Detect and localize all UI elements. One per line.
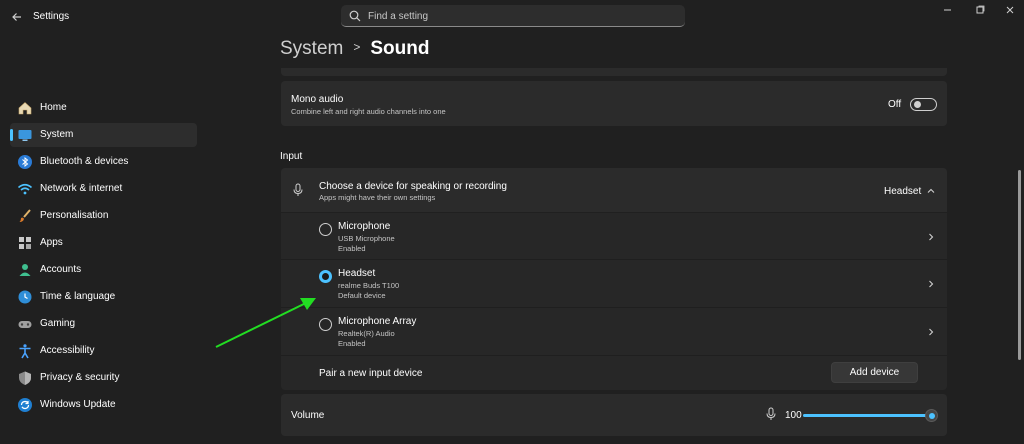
device-detail: realme Buds T100 [338, 281, 400, 290]
device-status: Default device [338, 291, 386, 300]
chevron-right-icon [929, 233, 934, 241]
back-button[interactable] [8, 8, 26, 26]
shield-icon [19, 371, 31, 385]
sidebar-item-label: Gaming [40, 318, 76, 329]
sidebar-item-label: Apps [40, 237, 63, 248]
globe-clock-icon [18, 290, 32, 304]
device-name: Headset [338, 268, 376, 279]
update-icon [18, 398, 32, 412]
apps-grid-icon [19, 237, 31, 249]
chooser-subtitle: Apps might have their own settings [319, 193, 436, 202]
mono-audio-toggle[interactable] [910, 98, 937, 111]
sidebar-item-label: Accounts [40, 264, 82, 275]
previous-setting-card [281, 68, 947, 76]
gamepad-icon [18, 321, 32, 328]
device-detail: Realtek(R) Audio [338, 329, 395, 338]
input-section-title: Input [280, 151, 303, 162]
sidebar-item-label: Accessibility [40, 345, 95, 356]
sidebar-item-time-language[interactable]: Time & language [10, 285, 197, 309]
maximize-button[interactable] [969, 3, 991, 17]
chevron-up-icon [927, 188, 935, 193]
mono-audio-subtitle: Combine left and right audio channels in… [291, 107, 446, 116]
sidebar-item-windows-update[interactable]: Windows Update [10, 393, 197, 417]
sidebar-item-label: Personalisation [40, 210, 109, 221]
active-indicator [10, 129, 13, 141]
sidebar-item-label: Bluetooth & devices [40, 156, 129, 167]
chevron-right-icon [929, 280, 934, 288]
device-radio[interactable] [319, 223, 332, 236]
minimize-button[interactable] [937, 3, 959, 17]
sidebar-item-apps[interactable]: Apps [10, 231, 197, 255]
minimize-icon [944, 9, 951, 11]
sidebar-item-label: Privacy & security [40, 372, 120, 383]
breadcrumb: System > Sound [280, 38, 429, 60]
sidebar-item-accounts[interactable]: Accounts [10, 258, 197, 282]
device-row-microphone[interactable]: Microphone USB Microphone Enabled [281, 213, 947, 260]
close-button[interactable] [999, 3, 1021, 17]
device-row-headset[interactable]: Headset realme Buds T100 Default device [281, 261, 947, 308]
restore-icon [976, 5, 985, 14]
volume-slider-thumb[interactable] [925, 409, 938, 422]
person-icon [19, 264, 31, 276]
sidebar-item-label: Windows Update [40, 399, 116, 410]
sidebar-item-personalisation[interactable]: Personalisation [10, 204, 197, 228]
microphone-icon [766, 407, 776, 420]
sidebar-item-label: Time & language [40, 291, 116, 302]
sidebar-item-bluetooth[interactable]: Bluetooth & devices [10, 150, 197, 174]
search-icon [349, 10, 361, 22]
page-title: Sound [370, 38, 430, 59]
input-device-list: Microphone USB Microphone Enabled Headse… [281, 213, 947, 390]
wifi-icon [17, 183, 33, 195]
pair-device-label: Pair a new input device [319, 368, 423, 379]
add-device-button[interactable]: Add device [831, 362, 918, 383]
scrollbar[interactable] [1018, 170, 1021, 360]
monitor-icon [18, 130, 32, 141]
microphone-icon [293, 183, 303, 196]
device-status: Enabled [338, 339, 366, 348]
sidebar-item-privacy-security[interactable]: Privacy & security [10, 366, 197, 390]
title-bar: Settings [0, 0, 1024, 34]
input-device-group: Choose a device for speaking or recordin… [281, 168, 947, 390]
mono-audio-card: Mono audio Combine left and right audio … [281, 81, 947, 126]
device-name: Microphone Array [338, 316, 417, 327]
volume-slider-track[interactable] [803, 414, 931, 417]
chooser-title: Choose a device for speaking or recordin… [319, 181, 507, 192]
device-radio-selected[interactable] [319, 270, 332, 283]
device-detail: USB Microphone [338, 234, 395, 243]
sidebar-item-label: Home [40, 102, 67, 113]
close-icon [1006, 6, 1014, 14]
sidebar-item-gaming[interactable]: Gaming [10, 312, 197, 336]
sidebar-item-network[interactable]: Network & internet [10, 177, 197, 201]
back-arrow-icon [12, 13, 21, 21]
search-input[interactable] [368, 7, 668, 25]
breadcrumb-parent[interactable]: System [280, 38, 343, 59]
accessibility-icon [19, 344, 31, 359]
volume-value: 100 [785, 410, 802, 421]
paintbrush-icon [19, 209, 31, 222]
sidebar-item-label: System [40, 129, 74, 140]
breadcrumb-separator: > [353, 40, 361, 54]
chooser-selected-value: Headset [884, 186, 922, 197]
device-row-microphone-array[interactable]: Microphone Array Realtek(R) Audio Enable… [281, 309, 947, 356]
sidebar-item-home[interactable]: Home [10, 96, 197, 120]
volume-label: Volume [291, 410, 325, 421]
device-radio[interactable] [319, 318, 332, 331]
sidebar-item-label: Network & internet [40, 183, 123, 194]
bluetooth-icon [18, 155, 32, 169]
chevron-right-icon [929, 328, 934, 336]
sidebar-item-system[interactable]: System [10, 123, 197, 147]
input-volume-card: Volume 100 [281, 394, 947, 436]
app-title: Settings [33, 11, 70, 22]
home-icon [18, 102, 32, 115]
sidebar-item-accessibility[interactable]: Accessibility [10, 339, 197, 363]
mono-audio-title: Mono audio [291, 94, 344, 105]
mono-audio-state: Off [888, 99, 902, 110]
toggle-knob [914, 101, 921, 108]
device-name: Microphone [338, 221, 391, 232]
input-device-chooser[interactable]: Choose a device for speaking or recordin… [281, 168, 947, 212]
search-box[interactable] [341, 5, 685, 27]
device-status: Enabled [338, 244, 366, 253]
